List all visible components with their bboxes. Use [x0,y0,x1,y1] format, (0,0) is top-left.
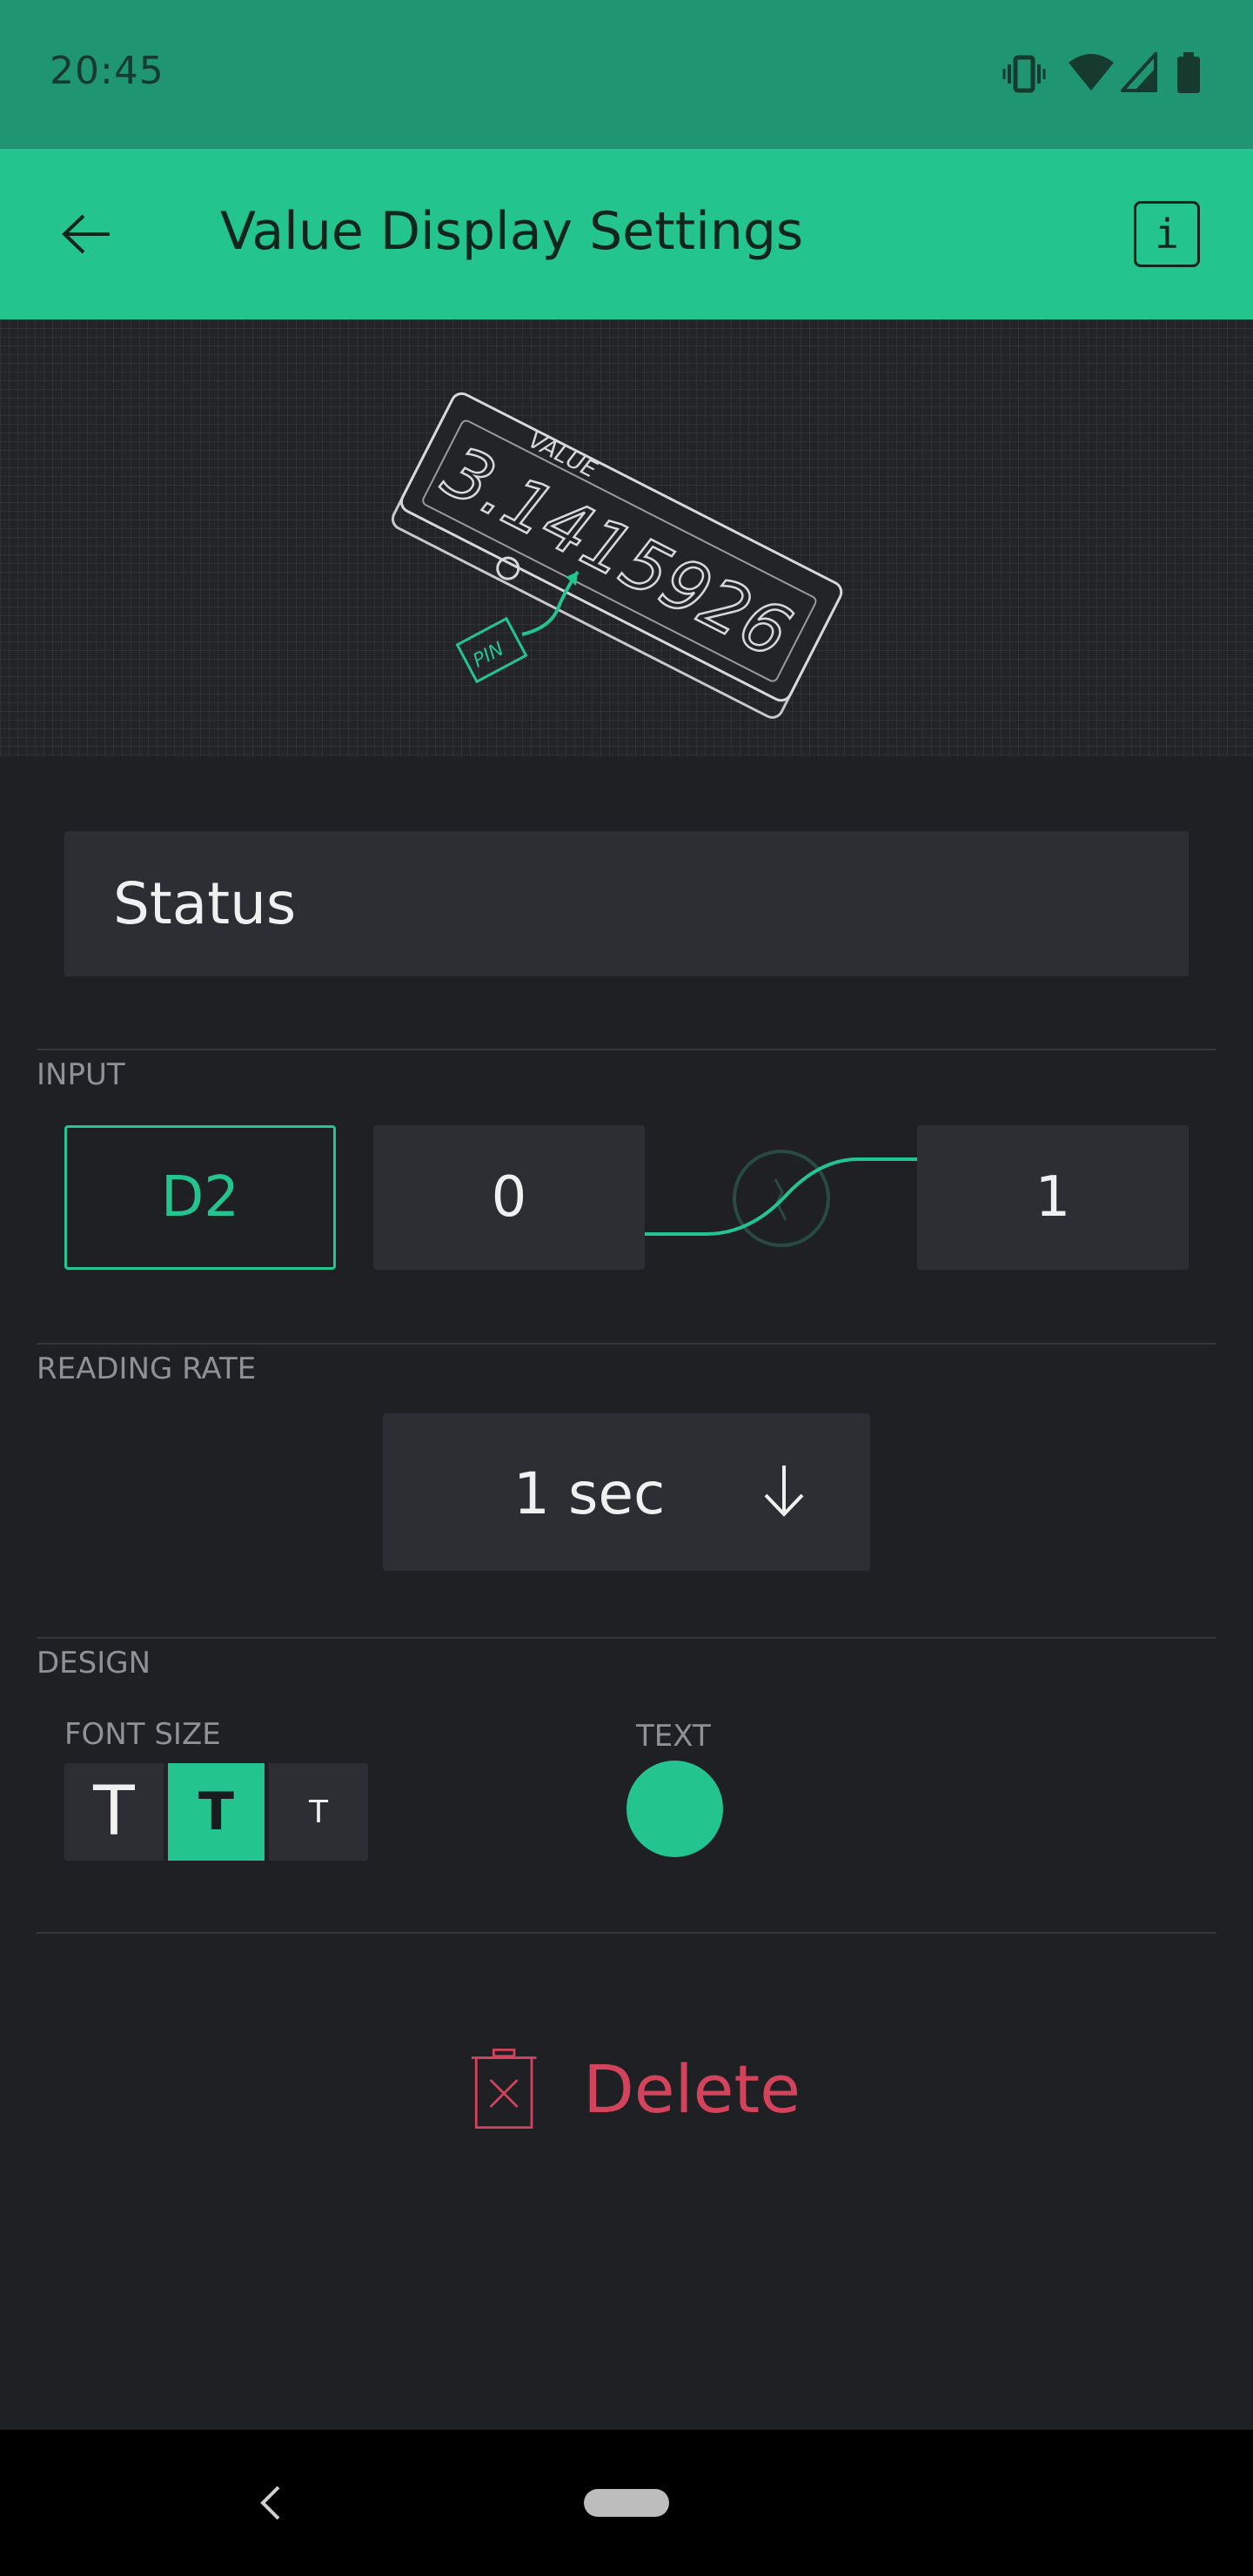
info-button[interactable]: i [1134,201,1200,267]
max-value-input[interactable]: 1 [917,1125,1189,1270]
design-section-label: DESIGN [37,1646,151,1680]
divider [37,1932,1216,1934]
delete-label: Delete [583,2049,801,2128]
status-time: 20:45 [50,49,164,93]
arrow-down-icon [764,1466,804,1517]
reading-rate-label: READING RATE [37,1352,257,1386]
divider [37,1049,1216,1050]
input-section-label: INPUT [37,1057,125,1092]
page-title: Value Display Settings [220,201,804,262]
arrow-left-icon [62,214,110,254]
status-bar: 20:45 [0,0,1253,149]
font-size-large-button[interactable]: T [64,1763,164,1861]
reading-rate-dropdown[interactable]: 1 sec [383,1413,870,1571]
signal-icon [1121,52,1157,92]
delete-button[interactable]: Delete [470,2041,801,2137]
font-size-label: FONT SIZE [64,1717,221,1752]
trash-icon [471,2049,537,2129]
divider [37,1343,1216,1345]
divider [37,1637,1216,1639]
back-button[interactable] [52,199,122,269]
wifi-icon [1069,54,1114,91]
vibrate-icon [1002,55,1046,93]
widget-name-input[interactable] [64,831,1189,976]
mapping-curve [645,1150,917,1247]
nav-back-icon[interactable] [258,2484,282,2522]
toolbar: Value Display Settings i [0,149,1253,319]
widget-illustration: VALUE 3.1415926 PIN [0,319,1253,757]
value-display-illustration: VALUE 3.1415926 PIN [391,392,843,719]
min-value-input[interactable]: 0 [373,1125,645,1270]
nav-home-pill[interactable] [584,2489,669,2517]
pin-selector[interactable]: D2 [64,1125,336,1270]
text-color-swatch[interactable] [626,1761,723,1857]
font-size-medium-button[interactable]: T [168,1763,265,1861]
reading-rate-value: 1 sec [513,1460,666,1527]
battery-icon [1177,52,1200,93]
text-color-label: TEXT [636,1719,711,1754]
font-size-small-button[interactable]: T [269,1763,368,1861]
